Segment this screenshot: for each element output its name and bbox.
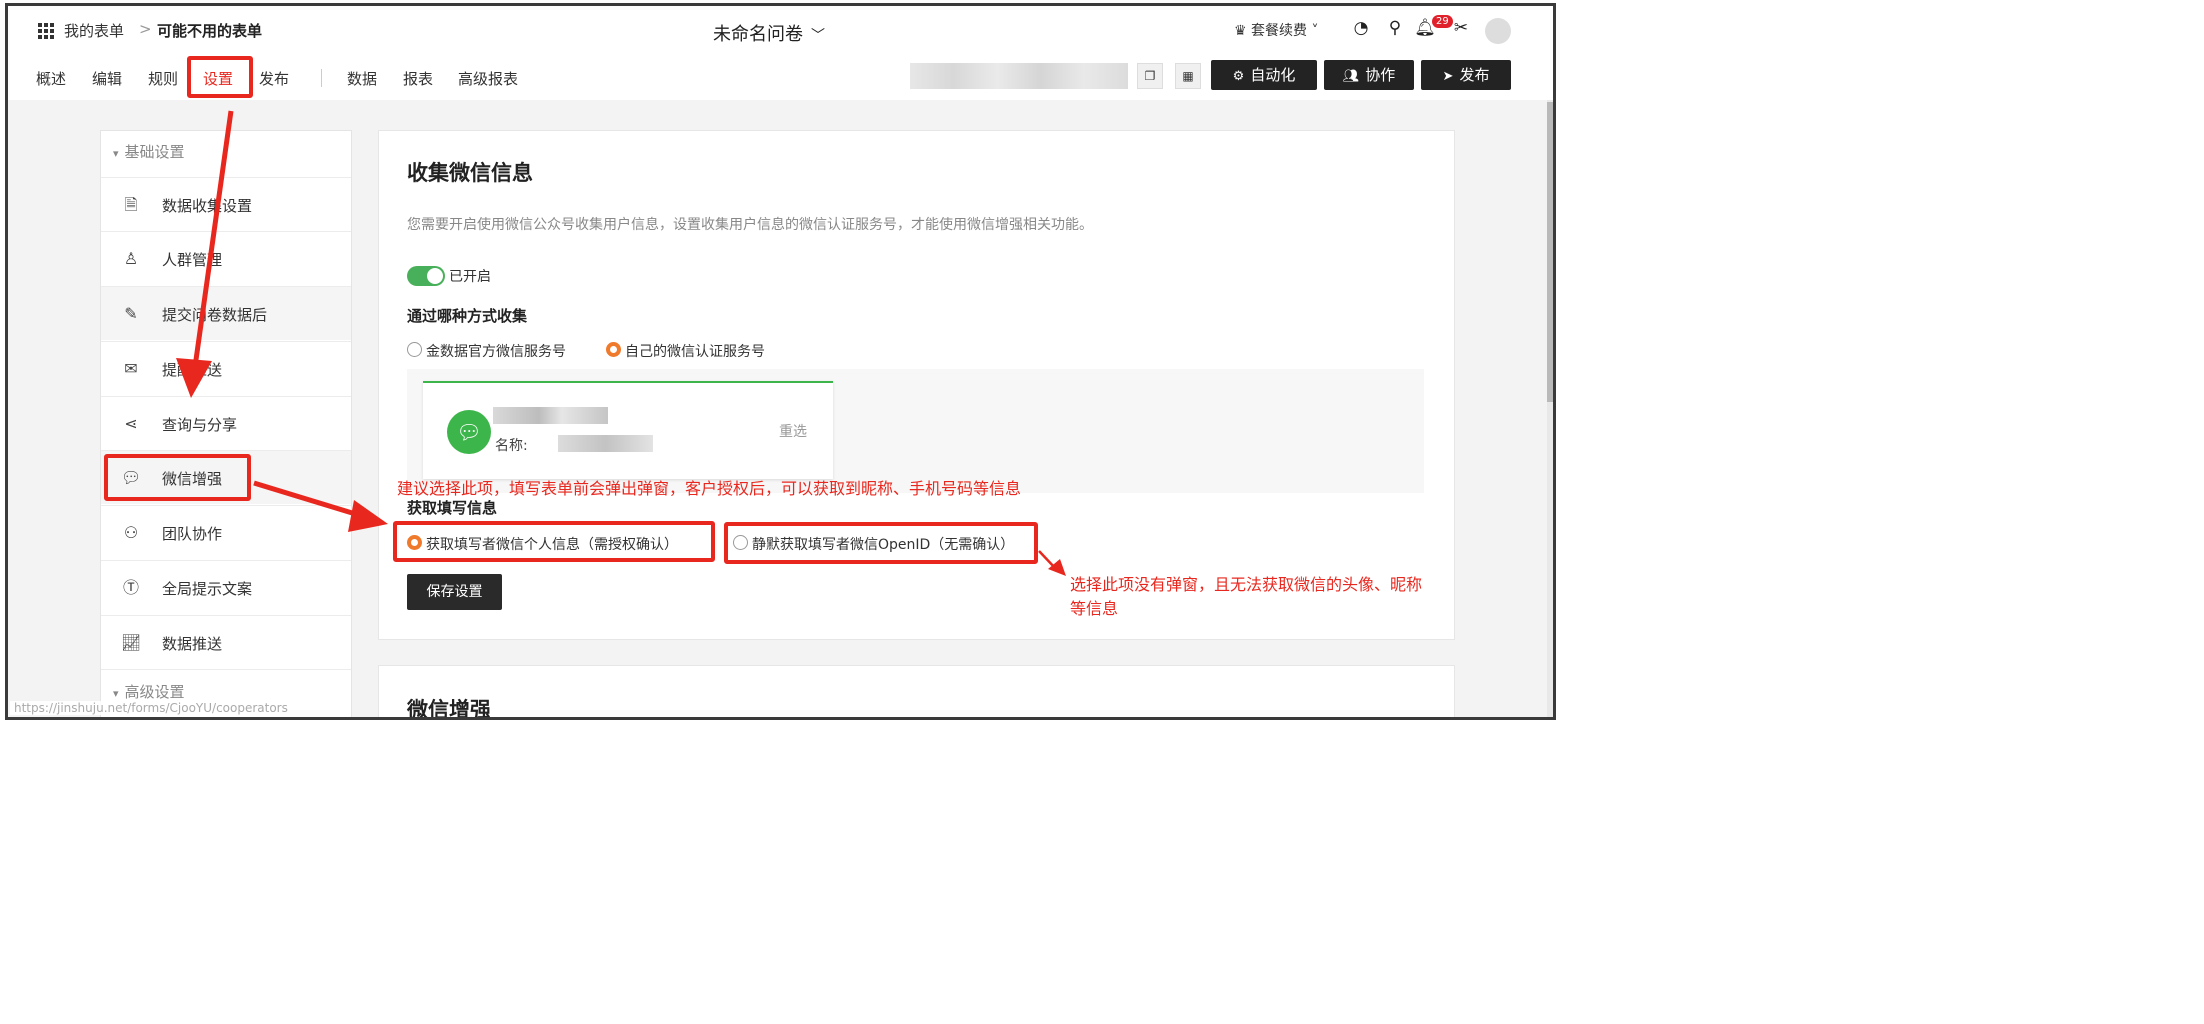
crown-icon: ♛: [1234, 23, 1252, 39]
app-window: 我的表单 > 可能不用的表单 未命名问卷 ﹀ ♛ 套餐续费 ˅ ◔ ⚲ 🔔︎ 29…: [5, 3, 1556, 720]
collab-button[interactable]: 👥︎ 协作: [1324, 60, 1414, 90]
sidebar-item-team[interactable]: ⚇ 团队协作: [101, 505, 351, 559]
section-title-wechat-enhance: 微信增强: [407, 698, 491, 720]
breadcrumb-current-form: 可能不用的表单: [157, 22, 263, 40]
sidebar-group-advanced[interactable]: 高级设置: [113, 681, 185, 702]
sidebar-item-data-push[interactable]: 📈︎ 数据推送: [101, 615, 351, 669]
apps-grid-icon[interactable]: [38, 23, 54, 39]
account-name-blurred: [558, 435, 653, 452]
tab-advanced-reports[interactable]: 高级报表: [458, 68, 518, 89]
annotation-box-openid: [724, 522, 1038, 564]
wechat-account-card: 💬︎ 名称: 重选: [423, 381, 833, 479]
annotation-tip-right-1: 选择此项没有弹窗，且无法获取微信的头像、昵称: [1070, 575, 1423, 594]
search-icon[interactable]: ⚲: [1384, 18, 1406, 40]
status-bar-url: https://jinshuju.net/forms/CjooYU/cooper…: [10, 701, 292, 715]
sidebar-item-data-collection[interactable]: 🗎︎ 数据收集设置: [101, 177, 351, 231]
form-title: 未命名问卷: [713, 24, 803, 45]
sidebar-item-label: 全局提示文案: [162, 580, 253, 598]
copy-icon[interactable]: ❐: [1137, 63, 1163, 89]
people-icon: ♙: [123, 249, 139, 268]
form-link-field[interactable]: [910, 63, 1128, 89]
team-icon: ⚇: [123, 523, 139, 542]
annotation-tip-top: 建议选择此项，填写表单前会弹出弹窗，客户授权后，可以获取到昵称、手机号码等信息: [397, 479, 1022, 498]
chevron-down-icon: ﹀: [811, 28, 825, 44]
radio-own-account[interactable]: [606, 342, 621, 357]
sidebar-item-label: 数据收集设置: [162, 197, 253, 215]
sidebar-item-global-text[interactable]: Ⓣ 全局提示文案: [101, 560, 351, 614]
plan-label: 套餐续费: [1251, 23, 1308, 39]
wechat-logo-icon: 💬︎: [447, 410, 491, 454]
annotation-tip-right-2: 等信息: [1070, 599, 1119, 618]
account-avatar-blurred: [493, 407, 608, 424]
chart-icon: 📈︎: [121, 633, 142, 652]
tools-icon[interactable]: ✂: [1450, 18, 1472, 40]
collect-method-title: 通过哪种方式收集: [407, 307, 528, 325]
document-icon: 🗎︎: [124, 195, 138, 214]
settings-sidebar: 基础设置 🗎︎ 数据收集设置 ♙ 人群管理 ✎ 提交问卷数据后 ✉ 提醒推送 ⋖…: [100, 130, 352, 717]
publish-button[interactable]: ➤ 发布: [1421, 60, 1511, 90]
nav-divider: [321, 69, 322, 87]
avatar[interactable]: [1485, 18, 1511, 44]
wechat-collect-toggle[interactable]: [407, 266, 445, 286]
tab-edit[interactable]: 编辑: [92, 68, 122, 89]
caret-icon: ˅: [1307, 23, 1319, 39]
annotation-box-wechat-enhance: [104, 454, 251, 501]
breadcrumb-separator: >: [139, 20, 152, 38]
send-icon: ➤: [1442, 69, 1454, 84]
wechat-enhance-panel: 微信增强: [378, 665, 1455, 720]
sidebar-item-after-submit[interactable]: ✎ 提交问卷数据后: [101, 286, 351, 340]
tab-overview[interactable]: 概述: [36, 68, 66, 89]
sidebar-item-query-share[interactable]: ⋖ 查询与分享: [101, 396, 351, 450]
sidebar-item-label: 查询与分享: [162, 416, 238, 434]
fetch-info-title: 获取填写信息: [407, 499, 498, 517]
scrollbar-thumb[interactable]: [1547, 102, 1553, 402]
flow-icon: ⚙: [1232, 69, 1245, 84]
breadcrumb-my-forms[interactable]: 我的表单: [64, 20, 124, 41]
sidebar-item-label: 数据推送: [162, 635, 223, 653]
sidebar-item-label: 提交问卷数据后: [162, 306, 268, 324]
plan-renew-link[interactable]: ♛ 套餐续费 ˅: [1234, 20, 1318, 40]
tab-publish[interactable]: 发布: [259, 68, 289, 89]
tab-reports[interactable]: 报表: [403, 68, 433, 89]
text-icon: Ⓣ: [122, 578, 139, 597]
help-icon[interactable]: ◔: [1350, 18, 1372, 40]
save-settings-button[interactable]: 保存设置: [407, 574, 502, 610]
sidebar-item-label: 提醒推送: [162, 361, 223, 379]
radio-label-own[interactable]: 自己的微信认证服务号: [625, 341, 765, 361]
qrcode-icon[interactable]: ▦: [1175, 63, 1201, 89]
publish-label: 发布: [1459, 66, 1490, 84]
sidebar-item-label: 团队协作: [162, 525, 223, 543]
automation-label: 自动化: [1250, 66, 1296, 84]
radio-official-account[interactable]: [407, 342, 422, 357]
toggle-label: 已开启: [449, 269, 491, 285]
share-icon: ⋖: [124, 414, 138, 433]
panel-description: 您需要开启使用微信公众号收集用户信息，设置收集用户信息的微信认证服务号，才能使用…: [407, 217, 1093, 233]
sidebar-item-reminder[interactable]: ✉ 提醒推送: [101, 341, 351, 395]
annotation-box-settings-tab: [187, 56, 253, 98]
account-name-label: 名称:: [495, 438, 528, 454]
page-title: 收集微信信息: [407, 161, 533, 185]
collab-label: 协作: [1365, 66, 1396, 84]
reselect-link[interactable]: 重选: [779, 421, 807, 441]
doc-edit-icon: ✎: [124, 304, 138, 323]
mail-icon: ✉: [124, 359, 138, 378]
form-title-dropdown[interactable]: 未命名问卷 ﹀: [713, 20, 825, 46]
automation-button[interactable]: ⚙ 自动化: [1211, 60, 1317, 90]
annotation-box-personal-info: [393, 521, 715, 562]
users-icon: 👥︎: [1342, 69, 1360, 84]
sidebar-item-crowd[interactable]: ♙ 人群管理: [101, 231, 351, 285]
tab-rules[interactable]: 规则: [148, 68, 178, 89]
tab-data[interactable]: 数据: [347, 68, 377, 89]
sidebar-group-basic[interactable]: 基础设置: [113, 141, 185, 162]
sidebar-item-label: 人群管理: [162, 251, 223, 269]
radio-label-official[interactable]: 金数据官方微信服务号: [426, 341, 566, 361]
